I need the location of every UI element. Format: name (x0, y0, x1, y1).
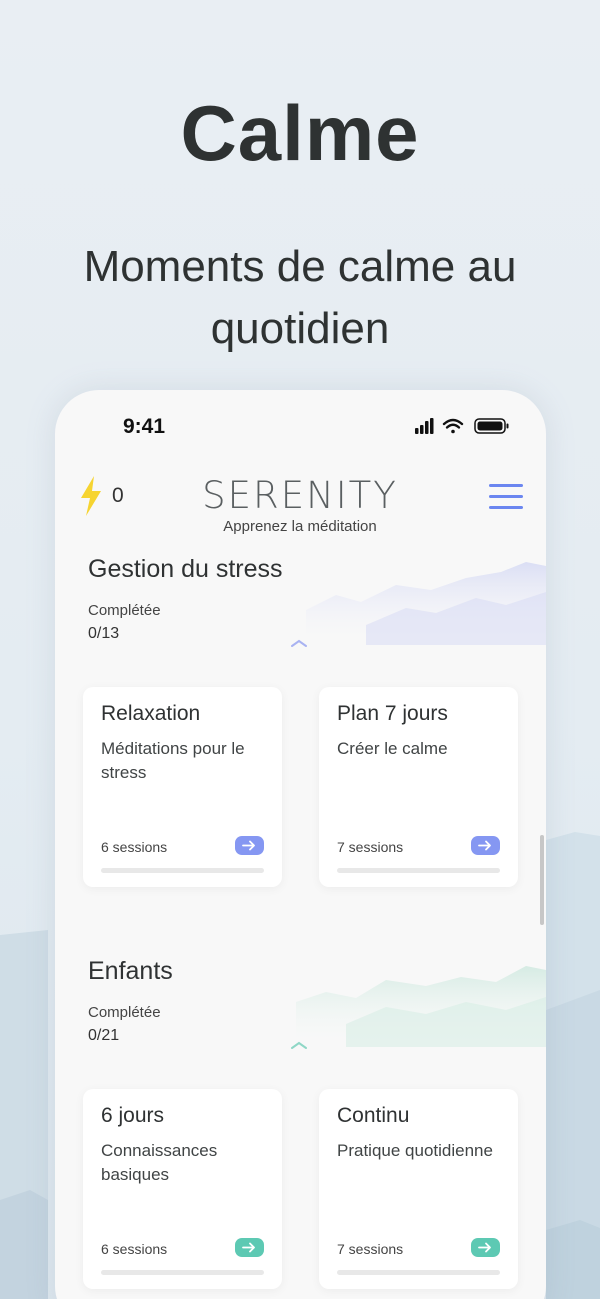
section-mountains-decoration (296, 966, 546, 1047)
arrow-right-button[interactable] (471, 836, 500, 855)
course-card-plan-7-jours[interactable]: Plan 7 jours Créer le calme 7 sessions (319, 687, 518, 887)
course-card-relaxation[interactable]: Relaxation Méditations pour le stress 6 … (83, 687, 282, 887)
section-mountains-decoration (306, 562, 546, 645)
section-enfants: Enfants Complétée 0/21 6 jours Connaissa… (55, 952, 546, 1299)
app-logo: SERENITY (202, 474, 398, 517)
progress-bar (101, 1270, 264, 1275)
card-title: Continu (337, 1104, 410, 1127)
section-title: Gestion du stress (88, 555, 283, 583)
progress-bar (101, 868, 264, 873)
card-title: Plan 7 jours (337, 702, 448, 725)
card-sessions: 6 sessions (101, 1241, 168, 1257)
arrow-right-button[interactable] (235, 1238, 264, 1257)
hero-title: Calme (180, 89, 420, 177)
course-card-continu[interactable]: Continu Pratique quotidienne 7 sessions (319, 1089, 518, 1289)
arrow-right-icon (478, 840, 491, 851)
card-description: Méditations pour le stress (101, 739, 245, 782)
arrow-right-button[interactable] (235, 836, 264, 855)
arrow-right-icon (478, 1242, 491, 1253)
card-sessions: 6 sessions (101, 839, 168, 855)
phone-frame: 9:41 0 SERENITY Apprenez la méditation G… (55, 390, 546, 1299)
completed-count: 0/13 (88, 625, 120, 642)
card-sessions: 7 sessions (337, 839, 404, 855)
card-description: Pratique quotidienne (337, 1141, 493, 1160)
progress-bar (337, 1270, 500, 1275)
arrow-right-icon (242, 1242, 255, 1253)
status-icons (415, 418, 509, 434)
status-time: 9:41 (123, 415, 166, 438)
battery-icon (474, 418, 509, 434)
completed-label: Complétée (88, 1004, 161, 1021)
energy-count: 0 (112, 484, 124, 507)
section-title: Enfants (88, 957, 173, 985)
hamburger-menu-icon[interactable] (489, 484, 523, 510)
app-header: 0 SERENITY Apprenez la méditation (55, 470, 546, 540)
completed-count: 0/21 (88, 1027, 120, 1044)
section-stress: Gestion du stress Complétée 0/13 Relaxat… (55, 550, 546, 910)
status-bar: 9:41 (55, 390, 546, 460)
hero-subtitle: Moments de calme au quotidien (83, 242, 517, 353)
progress-bar (337, 868, 500, 873)
card-sessions: 7 sessions (337, 1241, 404, 1257)
card-title: Relaxation (101, 702, 201, 725)
scrollbar[interactable] (540, 835, 544, 925)
lightning-bolt-icon (81, 476, 101, 516)
card-description: Créer le calme (337, 739, 448, 758)
wifi-icon (442, 418, 464, 434)
signal-icon (415, 418, 434, 434)
chevron-up-icon[interactable] (289, 638, 309, 648)
arrow-right-button[interactable] (471, 1238, 500, 1257)
course-card-6-jours[interactable]: 6 jours Connaissances basiques 6 session… (83, 1089, 282, 1289)
chevron-up-icon[interactable] (289, 1040, 309, 1050)
app-tagline: Apprenez la méditation (223, 518, 377, 535)
arrow-right-icon (242, 840, 255, 851)
card-title: 6 jours (101, 1104, 165, 1127)
completed-label: Complétée (88, 602, 161, 619)
card-description: Connaissances basiques (101, 1141, 218, 1184)
